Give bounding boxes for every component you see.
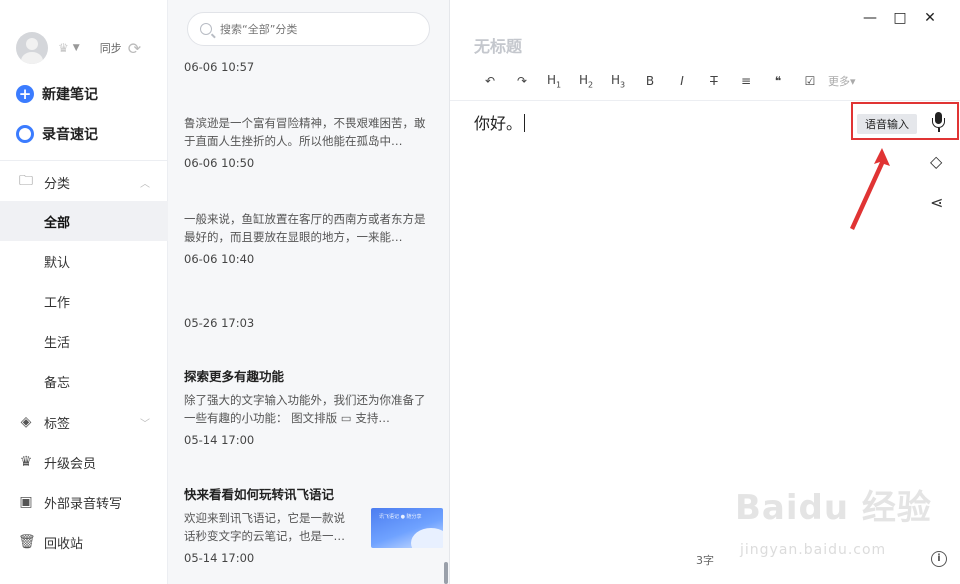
- undo-button[interactable]: ↶: [474, 74, 506, 88]
- quote-button[interactable]: ❝: [762, 74, 794, 88]
- list-scrollbar[interactable]: [444, 562, 448, 584]
- categories-label: 分类: [44, 176, 71, 192]
- heading1-button[interactable]: H1: [538, 73, 570, 89]
- search-input[interactable]: [220, 22, 410, 36]
- note-title-field[interactable]: 无标题: [474, 33, 522, 57]
- watermark-url: jingyan.baidu.com: [740, 542, 887, 558]
- redo-button[interactable]: ↷: [506, 74, 538, 88]
- sync-label[interactable]: 同步: [100, 40, 122, 56]
- more-button[interactable]: 更多▾: [828, 73, 856, 89]
- sidebar-divider: [0, 160, 167, 161]
- voice-note-button[interactable]: 录音速记: [16, 124, 98, 144]
- sync-icon[interactable]: ⟳: [128, 39, 141, 58]
- heading2-label: H: [578, 72, 588, 87]
- note-body[interactable]: 你好。: [474, 110, 526, 134]
- heading3-button[interactable]: H3: [602, 73, 634, 89]
- avatar[interactable]: [16, 32, 48, 64]
- sidebar-item-transcribe[interactable]: ▣ 外部录音转写: [0, 482, 168, 522]
- format-toolbar: ↶ ↷ H1 H2 H3 B I T̶ ≡ ❝ ☑ 更多▾: [474, 72, 856, 90]
- sidebar-item-categories[interactable]: 🗀 分类 ︿: [0, 162, 168, 202]
- close-button[interactable]: ✕: [922, 10, 938, 26]
- note-list: 06-06 10:57 鲁滨逊是一个富有冒险精神，不畏艰难困苦，敢于直面人生挫折…: [168, 0, 450, 584]
- plus-icon: +: [16, 85, 34, 103]
- sidebar-item-memo[interactable]: 备忘: [0, 361, 168, 401]
- note-text: 你好。: [474, 114, 523, 133]
- list-item[interactable]: 一般来说，鱼缸放置在客厅的西南方或者东方是最好的，而且要放在显眼的地方，一来能……: [184, 210, 434, 266]
- sidebar-item-default[interactable]: 默认: [0, 241, 168, 281]
- editor-pane: — □ ✕ 无标题 ↶ ↷ H1 H2 H3 B I T̶ ≡ ❝ ☑ 更多▾ …: [450, 0, 960, 584]
- sidebar-item-tags[interactable]: ◈ 标签 ﹀: [0, 402, 168, 442]
- sidebar-item-trash[interactable]: 🗑 回收站: [0, 522, 168, 562]
- list-item[interactable]: 05-26 17:03: [184, 316, 434, 330]
- note-title: 快来看看如何玩转讯飞语记: [184, 487, 335, 502]
- sidebar-item-all[interactable]: 全部: [0, 201, 168, 241]
- new-note-label: 新建笔记: [42, 87, 98, 103]
- transcribe-label: 外部录音转写: [44, 496, 123, 512]
- minimize-button[interactable]: —: [862, 10, 878, 26]
- chevron-up-icon[interactable]: ︿: [140, 175, 150, 190]
- thumbnail-caption: 讯飞语记 ● 随分享: [379, 514, 422, 520]
- note-preview: 鲁滨逊是一个富有冒险精神，不畏艰难困苦，敢于直面人生挫折的人。所以他能在孤岛中…: [184, 116, 426, 148]
- crown-icon[interactable]: ♛: [58, 41, 69, 55]
- search-box[interactable]: [187, 12, 430, 46]
- chevron-down-icon[interactable]: ﹀: [140, 415, 150, 430]
- heading1-label: H: [546, 72, 556, 87]
- list-item[interactable]: 06-06 10:57: [184, 60, 434, 74]
- note-date: 05-26 17:03: [184, 316, 255, 330]
- editor-divider: [450, 100, 960, 101]
- crown-icon: ♛: [19, 454, 33, 470]
- note-title: 探索更多有趣功能: [184, 369, 285, 384]
- info-icon[interactable]: i: [931, 551, 947, 567]
- record-icon: [16, 125, 34, 143]
- list-item[interactable]: 探索更多有趣功能 除了强大的文字输入功能外，我们还为你准备了一些有趣的小功能： …: [184, 366, 434, 447]
- note-date: 06-06 10:50: [184, 156, 255, 170]
- tag-icon[interactable]: ◇: [930, 152, 942, 171]
- heading1-sub: 1: [555, 80, 562, 90]
- note-date: 05-14 17:00: [184, 551, 255, 565]
- window-controls: — □ ✕: [862, 10, 938, 26]
- word-count: 3字: [696, 554, 714, 567]
- sidebar-item-life[interactable]: 生活: [0, 321, 168, 361]
- maximize-button[interactable]: □: [892, 10, 908, 26]
- sidebar-item-work[interactable]: 工作: [0, 281, 168, 321]
- text-cursor: [524, 114, 526, 132]
- recorder-icon: ▣: [19, 494, 33, 510]
- italic-button[interactable]: I: [666, 74, 698, 88]
- share-icon[interactable]: ⋖: [930, 193, 943, 212]
- tag-icon: ◈: [20, 414, 32, 430]
- folder-icon: 🗀: [19, 173, 33, 189]
- heading3-label: H: [610, 72, 620, 87]
- annotation-arrow: [850, 148, 890, 230]
- sidebar-item-upgrade[interactable]: ♛ 升级会员: [0, 442, 168, 482]
- chevron-down-icon[interactable]: ▼: [73, 43, 80, 53]
- sidebar: ♛ ▼ 同步 ⟳ + 新建笔记 录音速记 🗀 分类 ︿ 全部 默认 工作 生活 …: [0, 0, 168, 584]
- note-preview: 欢迎来到讯飞语记，它是一款说话秒变文字的云笔记，也是一…: [184, 511, 345, 543]
- upgrade-label: 升级会员: [44, 456, 97, 472]
- trash-icon: 🗑: [18, 534, 36, 550]
- align-button[interactable]: ≡: [730, 74, 762, 88]
- list-item[interactable]: 鲁滨逊是一个富有冒险精神，不畏艰难困苦，敢于直面人生挫折的人。所以他能在孤岛中……: [184, 114, 434, 170]
- profile-bar: ♛ ▼ 同步 ⟳: [16, 30, 157, 66]
- heading2-sub: 2: [587, 80, 594, 90]
- bold-button[interactable]: B: [634, 74, 666, 88]
- heading2-button[interactable]: H2: [570, 73, 602, 89]
- note-date: 06-06 10:57: [184, 60, 255, 74]
- trash-label: 回收站: [44, 536, 84, 552]
- note-date: 05-14 17:00: [184, 433, 255, 447]
- heading3-sub: 3: [619, 80, 626, 90]
- voice-note-label: 录音速记: [42, 127, 98, 143]
- strikethrough-button[interactable]: T̶: [698, 74, 730, 88]
- annotation-highlight-box: [851, 102, 959, 140]
- new-note-button[interactable]: + 新建笔记: [16, 84, 98, 104]
- list-item[interactable]: 快来看看如何玩转讯飞语记 欢迎来到讯飞语记，它是一款说话秒变文字的云笔记，也是一…: [184, 484, 443, 565]
- tags-label: 标签: [44, 416, 71, 432]
- checkbox-button[interactable]: ☑: [794, 74, 826, 88]
- note-preview: 一般来说，鱼缸放置在客厅的西南方或者东方是最好的，而且要放在显眼的地方，一来能…: [184, 212, 426, 244]
- note-preview: 除了强大的文字输入功能外，我们还为你准备了一些有趣的小功能： 图文排版 ▭ 支持…: [184, 393, 426, 425]
- note-thumbnail: 讯飞语记 ● 随分享: [371, 508, 443, 548]
- search-icon: [200, 23, 212, 35]
- watermark-logo: Baidu 经验: [735, 488, 932, 528]
- note-date: 06-06 10:40: [184, 252, 255, 266]
